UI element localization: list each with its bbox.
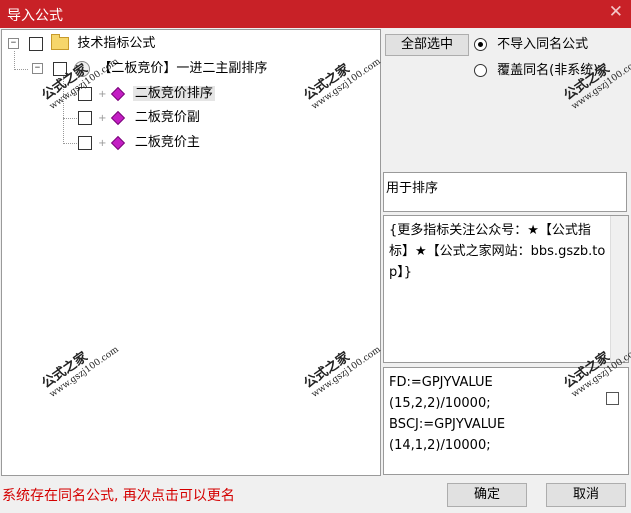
item-branch-icon: + (98, 89, 107, 100)
radio-label: 不导入同名公式 (497, 37, 589, 52)
tree-connector (63, 118, 77, 119)
item-checkbox[interactable] (78, 135, 92, 150)
tree-item[interactable]: + 二板竞价主 (78, 133, 202, 153)
tree-item-label: 二板竞价主 (134, 135, 200, 150)
ok-button[interactable]: 确定 (447, 483, 527, 507)
code-checkbox[interactable] (606, 392, 619, 405)
item-checkbox[interactable] (78, 110, 92, 125)
radio-skip-duplicates[interactable]: 不导入同名公式 (474, 36, 588, 54)
usage-box: 用于排序 (383, 172, 627, 212)
tree-connector (63, 143, 77, 144)
status-message: 系统存在同名公式, 再次点击可以更名 (2, 488, 235, 504)
close-icon[interactable]: ✕ (609, 2, 623, 22)
description-text: {更多指标关注公众号：★【公式指标】★【公式之家网站：bbs.gszb.top】… (389, 223, 606, 280)
collapse-icon[interactable]: − (8, 38, 19, 49)
tree-item-label: 二板竞价排序 (132, 86, 215, 101)
item-branch-icon: + (98, 138, 107, 149)
title-bar: 导入公式 ✕ (0, 0, 631, 28)
root-checkbox[interactable] (29, 36, 44, 51)
usage-text: 用于排序 (386, 181, 439, 196)
collapse-icon[interactable]: − (32, 63, 43, 74)
formula-gem-icon (110, 135, 125, 150)
tree-item-label: 二板竞价副 (134, 110, 200, 125)
tree-item[interactable]: + 二板竞价排序 (78, 84, 215, 104)
tree-node-root[interactable]: − 技术指标公式 (8, 34, 155, 54)
folder-icon (51, 34, 70, 50)
tree-node-label: 技术指标公式 (77, 36, 156, 51)
formula-gem-icon (110, 86, 125, 101)
formula-gem-icon (110, 110, 125, 125)
radio-indicator[interactable] (474, 38, 487, 51)
window-title: 导入公式 (7, 8, 63, 24)
tree-node-label: 【二板竞价】一进二主副排序 (98, 61, 268, 76)
item-branch-icon: + (98, 113, 107, 124)
tree-connector (14, 69, 28, 70)
select-all-button[interactable]: 全部选中 (385, 34, 469, 56)
cancel-button[interactable]: 取消 (546, 483, 626, 507)
tree-item[interactable]: + 二板竞价副 (78, 108, 202, 128)
radio-indicator[interactable] (474, 64, 487, 77)
description-box[interactable]: {更多指标关注公众号：★【公式指标】★【公式之家网站：bbs.gszb.top】… (383, 215, 629, 363)
